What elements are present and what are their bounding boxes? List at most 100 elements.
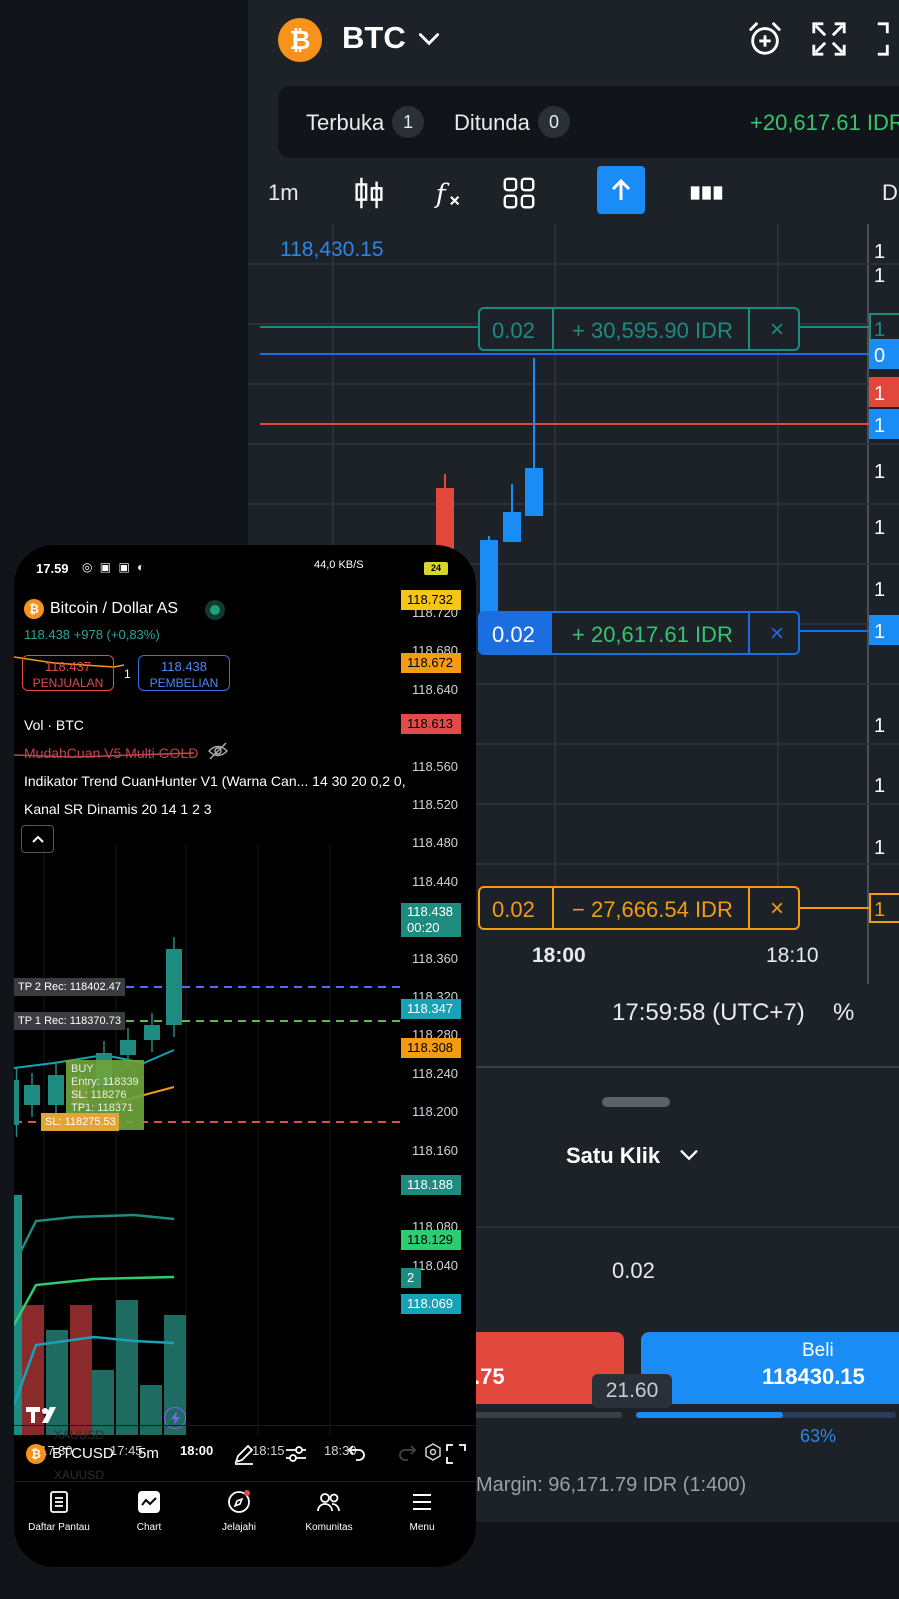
order-qty[interactable]: 1 — [124, 667, 131, 681]
indicator-trend[interactable]: Indikator Trend CuanHunter V1 (Warna Can… — [24, 773, 406, 789]
redo-icon[interactable] — [396, 1442, 420, 1466]
order-divider — [748, 888, 750, 928]
chevron-up-icon — [32, 835, 44, 843]
indicators-fx-icon[interactable]: f — [430, 174, 468, 212]
compass-icon — [228, 1490, 250, 1513]
quantity-input[interactable]: 0.02 — [612, 1258, 655, 1284]
nav-menu[interactable]: Menu — [382, 1490, 462, 1533]
order-qty: 0.02 — [492, 622, 535, 647]
price-tag: 118.732 — [401, 590, 461, 610]
open-positions-count: 1 — [392, 106, 424, 138]
status-time: 17.59 — [36, 561, 69, 576]
symbol-selector[interactable]: BTCUSD — [52, 1445, 114, 1462]
drag-handle[interactable] — [602, 1097, 670, 1107]
indicator-sr-channel[interactable]: Kanal SR Dinamis 20 14 1 2 3 — [24, 801, 212, 817]
tradingview-logo-icon[interactable] — [26, 1405, 62, 1425]
chevron-down-icon[interactable] — [678, 1144, 700, 1166]
price-tag: 118.188 — [401, 1175, 461, 1195]
buy-button[interactable]: 118.438 PEMBELIAN — [138, 655, 230, 691]
order-mode-selector[interactable]: Satu Klik — [566, 1143, 660, 1169]
close-order-icon[interactable]: × — [770, 316, 784, 344]
open-positions-label[interactable]: Terbuka — [306, 110, 384, 136]
trade-direction-button[interactable] — [597, 166, 645, 214]
candle-body — [24, 1085, 40, 1105]
order-qty: 0.02 — [492, 897, 535, 922]
layout-grid-icon[interactable] — [500, 174, 538, 212]
price-tag: 118.438 00:20 — [401, 903, 461, 937]
order-pnl: + 30,595.90 IDR — [572, 318, 733, 343]
candlestick-icon[interactable] — [350, 174, 388, 212]
symbol-selector[interactable]: BTC — [342, 20, 406, 56]
nav-community[interactable]: Komunitas — [289, 1490, 369, 1533]
tradingview-chart[interactable]: ₿ Bitcoin / Dollar AS 118.438 +978 (+0,8… — [14, 585, 476, 1465]
take-profit-order[interactable]: 0.02 + 30,595.90 IDR × — [478, 307, 800, 351]
menu-icon — [413, 1494, 431, 1510]
sell-button[interactable]: 118.437 PENJUALAN — [22, 655, 114, 691]
tp2-label: TP 2 Rec: 118402.47 — [14, 978, 125, 996]
sliders-icon[interactable] — [284, 1442, 308, 1466]
price-tag-value: 2 — [407, 1270, 415, 1285]
price-label: 1 — [874, 265, 885, 287]
bottom-navigation: Daftar Pantau Chart Jelajahi Komunitas M… — [14, 1481, 476, 1567]
symbol-name[interactable]: Bitcoin / Dollar AS — [50, 600, 178, 618]
fullscreen-icon[interactable] — [810, 20, 848, 58]
pending-orders-label[interactable]: Ditunda — [454, 110, 530, 136]
chevron-down-icon[interactable] — [416, 26, 442, 52]
price-tag: 118.347 — [401, 999, 461, 1019]
nav-watchlist[interactable]: Daftar Pantau — [19, 1490, 99, 1533]
indicator-volume[interactable]: Vol · BTC — [24, 717, 84, 733]
undo-icon[interactable] — [344, 1442, 368, 1466]
entry-order[interactable]: 0.02 + 20,617.61 IDR × — [478, 611, 800, 655]
bolt-icon — [171, 1411, 180, 1425]
nav-explore[interactable]: Jelajahi — [199, 1490, 279, 1533]
price-label: 1 — [874, 715, 885, 737]
price-tag: 118.129 — [401, 1230, 461, 1250]
add-alarm-icon[interactable] — [746, 20, 784, 58]
timeframe-selector[interactable]: 5m — [138, 1445, 159, 1462]
price-tag: 118.613 — [401, 714, 461, 734]
price-label: 1 — [874, 319, 885, 341]
price-tag-countdown: 00:20 — [407, 920, 440, 935]
buy-label: PEMBELIAN — [149, 676, 219, 690]
eye-off-icon[interactable] — [207, 741, 229, 761]
chart-icon — [138, 1491, 160, 1513]
fullscreen-icon[interactable] — [444, 1442, 468, 1466]
price-axis-label: 118.200 — [412, 1104, 459, 1120]
order-divider — [552, 888, 554, 928]
indicator-hidden[interactable]: MudahCuan V5 Multi GOLD — [24, 745, 198, 761]
close-order-icon[interactable]: × — [770, 620, 784, 648]
chart-bottom-toolbar: XAUUSD ₿ BTCUSD XAUUSD 5m — [14, 1425, 476, 1482]
timeframe-selector[interactable]: 1m — [268, 180, 299, 206]
order-divider — [748, 613, 750, 653]
price-axis-label: 118.360 — [412, 950, 459, 966]
order-divider — [748, 309, 750, 349]
toolbar-overflow-label[interactable]: D — [882, 180, 898, 206]
tp1-label: TP 1 Rec: 118370.73 — [14, 1012, 125, 1030]
price-tag-value: 118.613 — [407, 716, 454, 731]
nav-label: Menu — [409, 1522, 435, 1533]
bars-view-icon[interactable] — [688, 174, 726, 212]
market-open-indicator — [210, 605, 220, 615]
right-price-labels: 11101111111111 — [869, 241, 899, 923]
pencil-icon[interactable] — [232, 1442, 256, 1466]
buy-note-line: Entry: 118339 — [71, 1076, 139, 1088]
nav-chart[interactable]: Chart — [109, 1490, 189, 1533]
price-axis-label: 118.160 — [412, 1142, 459, 1158]
price-label: 1 — [874, 415, 885, 437]
buy-sentiment-fill — [636, 1412, 784, 1418]
community-icon — [317, 1493, 340, 1512]
price-label: 1 — [874, 461, 885, 483]
symbol-price: 118.438 — [24, 627, 71, 642]
symbol-ghost: XAUUSD — [54, 1428, 105, 1442]
price-axis-label: 118.480 — [412, 835, 459, 851]
chart-toolbar: 1m f D — [248, 162, 899, 224]
percent-toggle[interactable]: % — [833, 999, 854, 1027]
stop-loss-order[interactable]: 0.02 − 27,666.54 IDR × — [478, 886, 800, 930]
close-order-icon[interactable]: × — [770, 895, 784, 923]
positions-bar[interactable]: Terbuka 1 Ditunda 0 +20,617.61 IDR — [278, 86, 899, 158]
more-icon[interactable] — [874, 20, 899, 58]
collapse-legend-button[interactable] — [21, 825, 54, 853]
total-pnl: +20,617.61 IDR — [750, 110, 899, 135]
price-tag-value: 118.438 — [407, 904, 454, 919]
spread-value: 21.60 — [592, 1374, 672, 1408]
